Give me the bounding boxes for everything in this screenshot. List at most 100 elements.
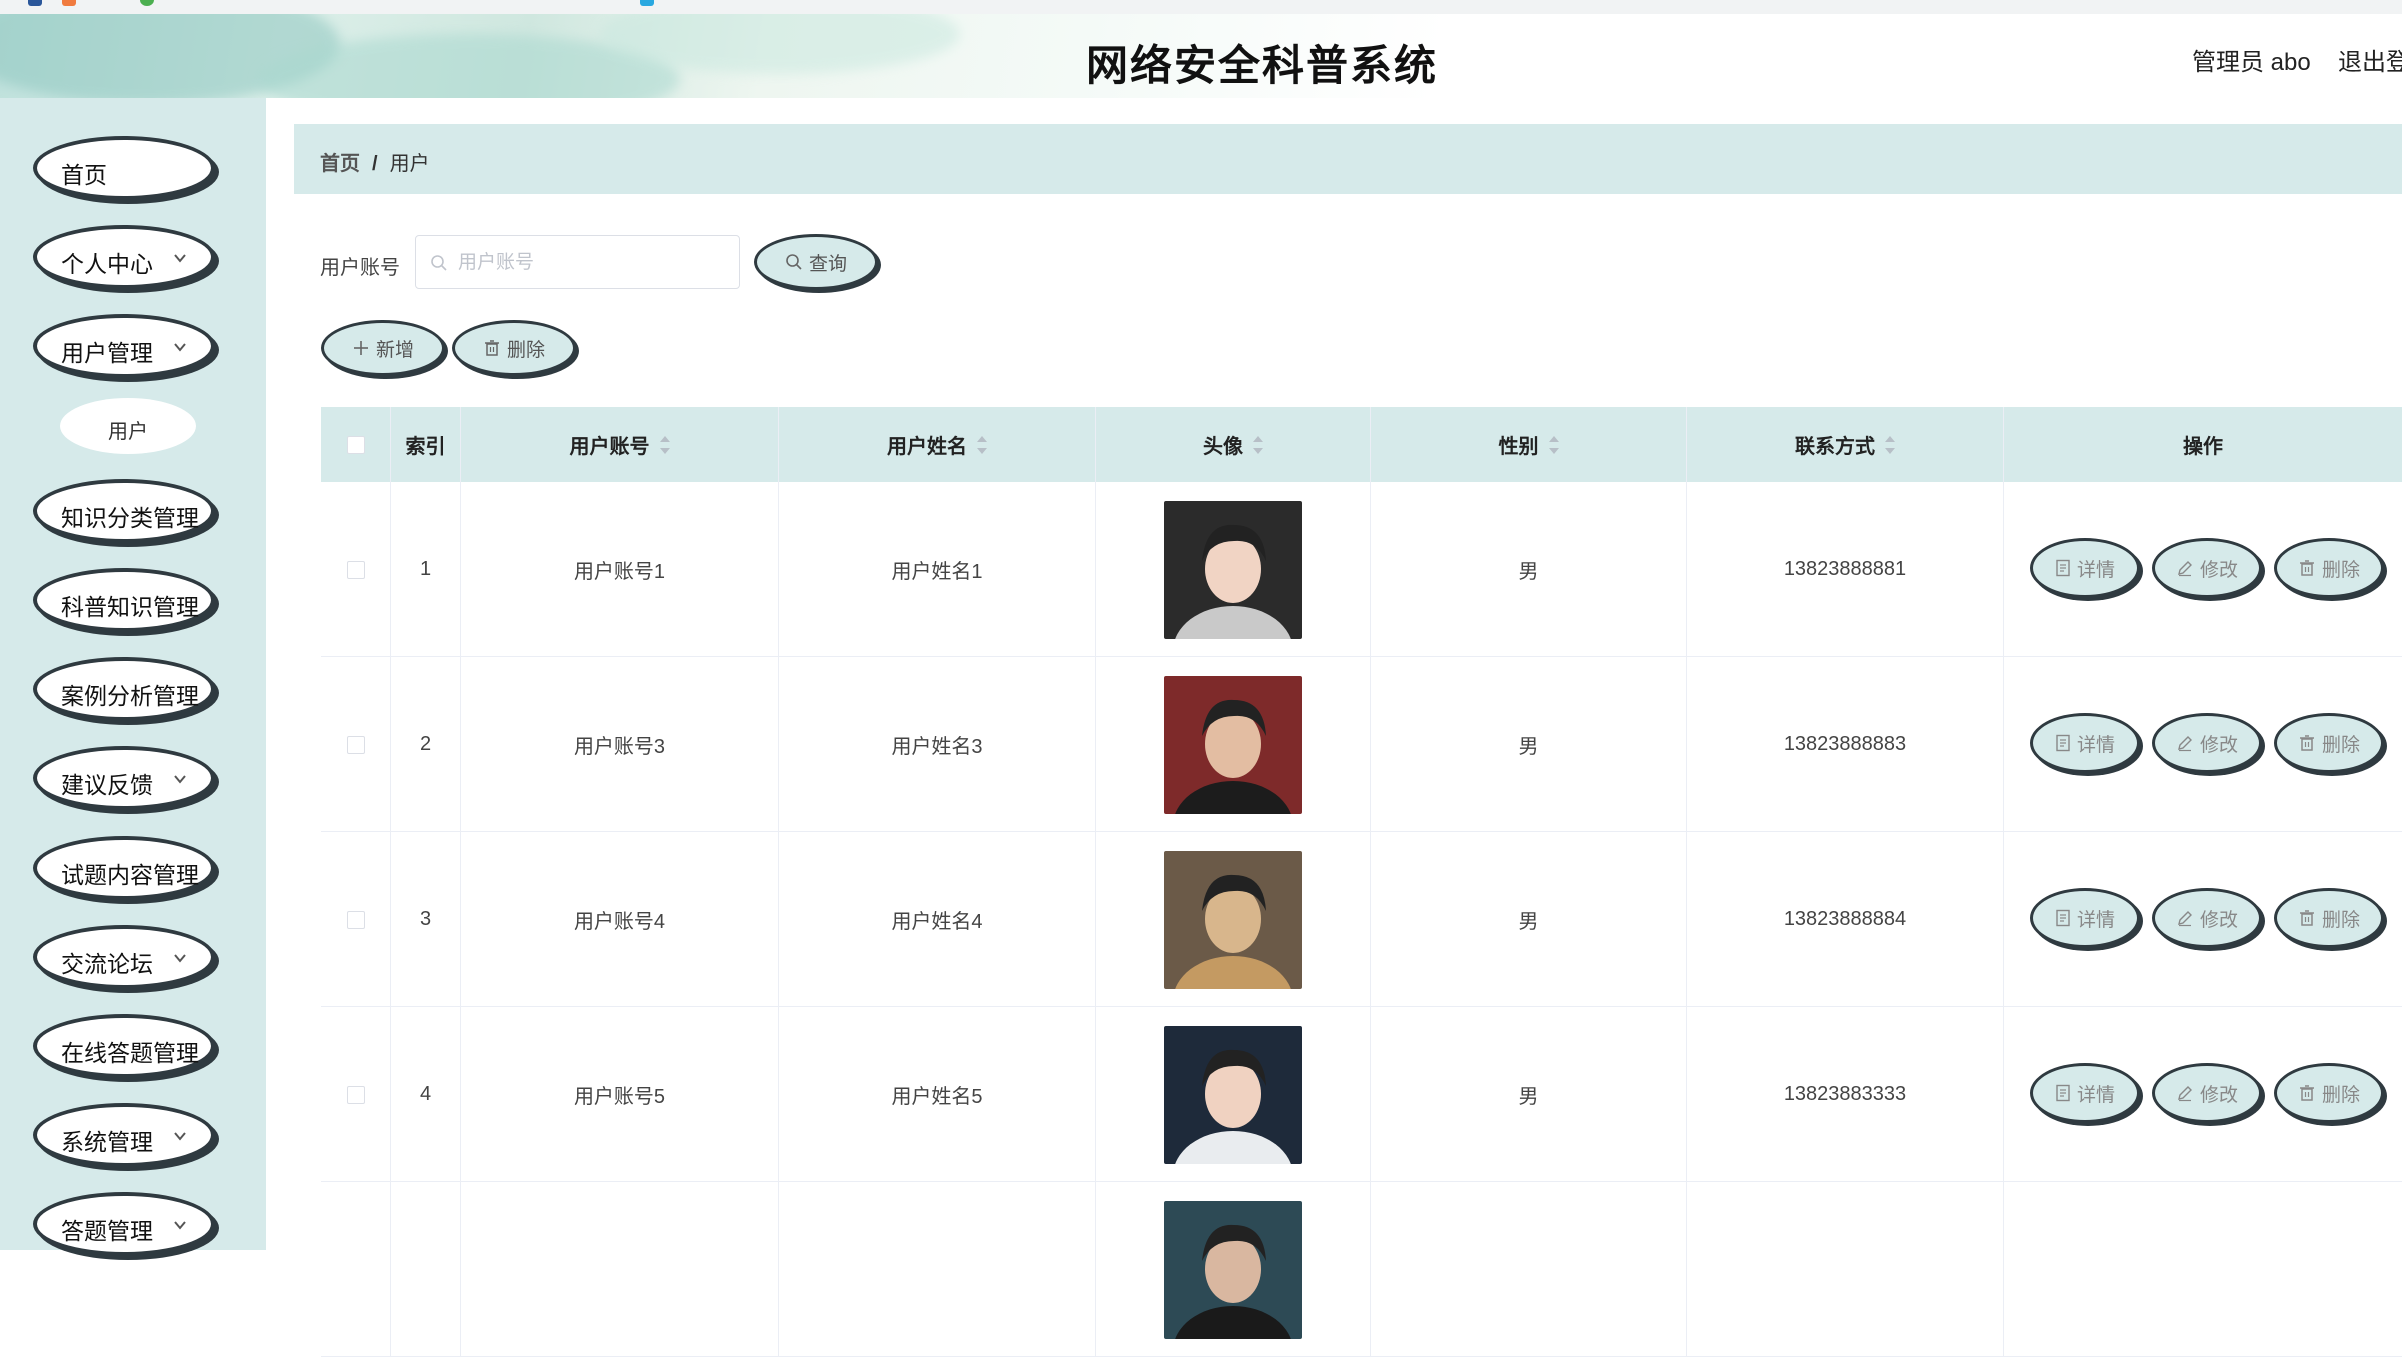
- detail-button[interactable]: 详情: [2030, 538, 2140, 598]
- logout-button[interactable]: 退出登: [2338, 42, 2402, 77]
- edit-button[interactable]: 修改: [2152, 1063, 2262, 1123]
- cell-select: [321, 1007, 391, 1182]
- delete-button-label: 删除: [2321, 909, 2360, 931]
- browser-bookmark-bar: [0, 0, 2402, 14]
- pencil-icon: [2178, 1086, 2192, 1102]
- cell-account: 用户账号4: [461, 832, 779, 1007]
- search-label: 用户账号: [320, 257, 400, 279]
- sort-icon[interactable]: [659, 435, 670, 455]
- cell-index: 3: [391, 832, 461, 1007]
- cell-gender: 男: [1371, 482, 1687, 657]
- batch-delete-button[interactable]: 删除: [452, 320, 576, 376]
- cell-index: 4: [391, 1007, 461, 1182]
- sidebar-item-case-analysis[interactable]: 案例分析管理: [33, 657, 215, 721]
- sort-icon[interactable]: [977, 435, 987, 455]
- sidebar-subitem-users[interactable]: 用户: [60, 398, 196, 454]
- detail-button[interactable]: 详情: [2030, 713, 2140, 773]
- trash-icon: [2299, 910, 2314, 926]
- column-header-gender[interactable]: 性别: [1371, 407, 1687, 482]
- detail-button[interactable]: 详情: [2030, 888, 2140, 948]
- sidebar-item-science-knowledge[interactable]: 科普知识管理: [33, 568, 215, 632]
- cell-gender: [1371, 1182, 1687, 1357]
- sidebar-item-label: 知识分类管理: [61, 505, 199, 531]
- search-button[interactable]: 查询: [754, 234, 878, 290]
- sidebar-item-question-content[interactable]: 试题内容管理: [33, 836, 215, 900]
- bookmark-icon[interactable]: [62, 0, 76, 6]
- bookmark-icon[interactable]: [28, 0, 42, 6]
- delete-button-label: 删除: [2321, 1084, 2360, 1106]
- search-icon: [431, 255, 447, 271]
- sidebar-item-user-management[interactable]: 用户管理: [33, 314, 215, 378]
- delete-button[interactable]: 删除: [2274, 538, 2384, 598]
- delete-button-label: 删除: [2321, 559, 2360, 581]
- trash-icon: [2299, 735, 2314, 751]
- column-header-avatar[interactable]: 头像: [1096, 407, 1371, 482]
- column-header-label: 操作: [2183, 436, 2223, 458]
- column-header-phone[interactable]: 联系方式: [1687, 407, 2004, 482]
- detail-button[interactable]: 详情: [2030, 1063, 2140, 1123]
- column-header-name[interactable]: 用户姓名: [779, 407, 1096, 482]
- chevron-down-icon: [174, 1221, 186, 1230]
- cell-name: 用户姓名3: [779, 657, 1096, 832]
- bookmark-icon[interactable]: [140, 0, 154, 6]
- cell-select: [321, 1182, 391, 1357]
- delete-button[interactable]: 删除: [2274, 713, 2384, 773]
- sidebar-item-system-management[interactable]: 系统管理: [33, 1103, 215, 1167]
- search-button-label: 查询: [808, 253, 847, 275]
- user-avatar: [1164, 850, 1302, 989]
- sidebar-item-knowledge-category[interactable]: 知识分类管理: [33, 479, 215, 543]
- cell-gender: 男: [1371, 1007, 1687, 1182]
- sort-icon[interactable]: [1548, 435, 1559, 455]
- column-header-label: 用户账号: [569, 436, 650, 458]
- delete-button-label: 删除: [2321, 734, 2360, 756]
- edit-button[interactable]: 修改: [2152, 888, 2262, 948]
- cell-phone: 13823888883: [1687, 657, 2004, 832]
- delete-button[interactable]: 删除: [2274, 888, 2384, 948]
- header-select-all: [321, 407, 391, 482]
- cell-avatar: [1096, 657, 1371, 832]
- breadcrumb-current: 用户: [389, 153, 430, 175]
- sidebar-item-online-quiz[interactable]: 在线答题管理: [33, 1014, 215, 1078]
- sidebar-item-answer-management[interactable]: 答题管理: [33, 1192, 215, 1256]
- row-checkbox[interactable]: [346, 735, 365, 754]
- sidebar-item-personal-center[interactable]: 个人中心: [33, 225, 215, 289]
- row-checkbox[interactable]: [346, 560, 365, 579]
- chevron-down-icon: [174, 775, 186, 784]
- add-button[interactable]: 新增: [321, 320, 445, 376]
- breadcrumb-home[interactable]: 首页: [320, 153, 360, 175]
- sidebar-item-forum[interactable]: 交流论坛: [33, 925, 215, 989]
- cell-avatar: [1096, 1007, 1371, 1182]
- search-field[interactable]: [415, 235, 740, 289]
- cell-avatar: [1096, 482, 1371, 657]
- column-header-account[interactable]: 用户账号: [461, 407, 779, 482]
- user-avatar: [1164, 1200, 1302, 1339]
- batch-delete-button-label: 删除: [506, 339, 545, 361]
- row-checkbox[interactable]: [346, 910, 365, 929]
- chevron-down-icon: [174, 254, 186, 263]
- cell-avatar: [1096, 832, 1371, 1007]
- sidebar-item-label: 科普知识管理: [61, 594, 199, 620]
- user-avatar: [1164, 675, 1302, 814]
- sort-icon[interactable]: [1885, 435, 1895, 455]
- plus-icon: [353, 341, 368, 355]
- search-input[interactable]: [456, 248, 730, 278]
- select-all-checkbox[interactable]: [346, 435, 365, 454]
- sidebar-subitem-label: 用户: [108, 421, 148, 443]
- edit-button[interactable]: 修改: [2152, 538, 2262, 598]
- cell-select: [321, 482, 391, 657]
- sidebar-item-feedback[interactable]: 建议反馈: [33, 746, 215, 810]
- edit-button[interactable]: 修改: [2152, 713, 2262, 773]
- cell-actions: [2004, 1182, 2402, 1357]
- table-row: [321, 1182, 2402, 1357]
- column-header-label: 用户姓名: [887, 436, 967, 458]
- cell-account: 用户账号3: [461, 657, 779, 832]
- sidebar-item-home[interactable]: 首页: [33, 136, 215, 200]
- sort-icon[interactable]: [1253, 435, 1263, 455]
- bookmark-icon[interactable]: [640, 0, 654, 6]
- delete-button[interactable]: 删除: [2274, 1063, 2384, 1123]
- pencil-icon: [2178, 911, 2192, 927]
- cell-account: 用户账号5: [461, 1007, 779, 1182]
- add-button-label: 新增: [375, 339, 414, 361]
- document-icon: [2056, 734, 2070, 752]
- row-checkbox[interactable]: [346, 1085, 365, 1104]
